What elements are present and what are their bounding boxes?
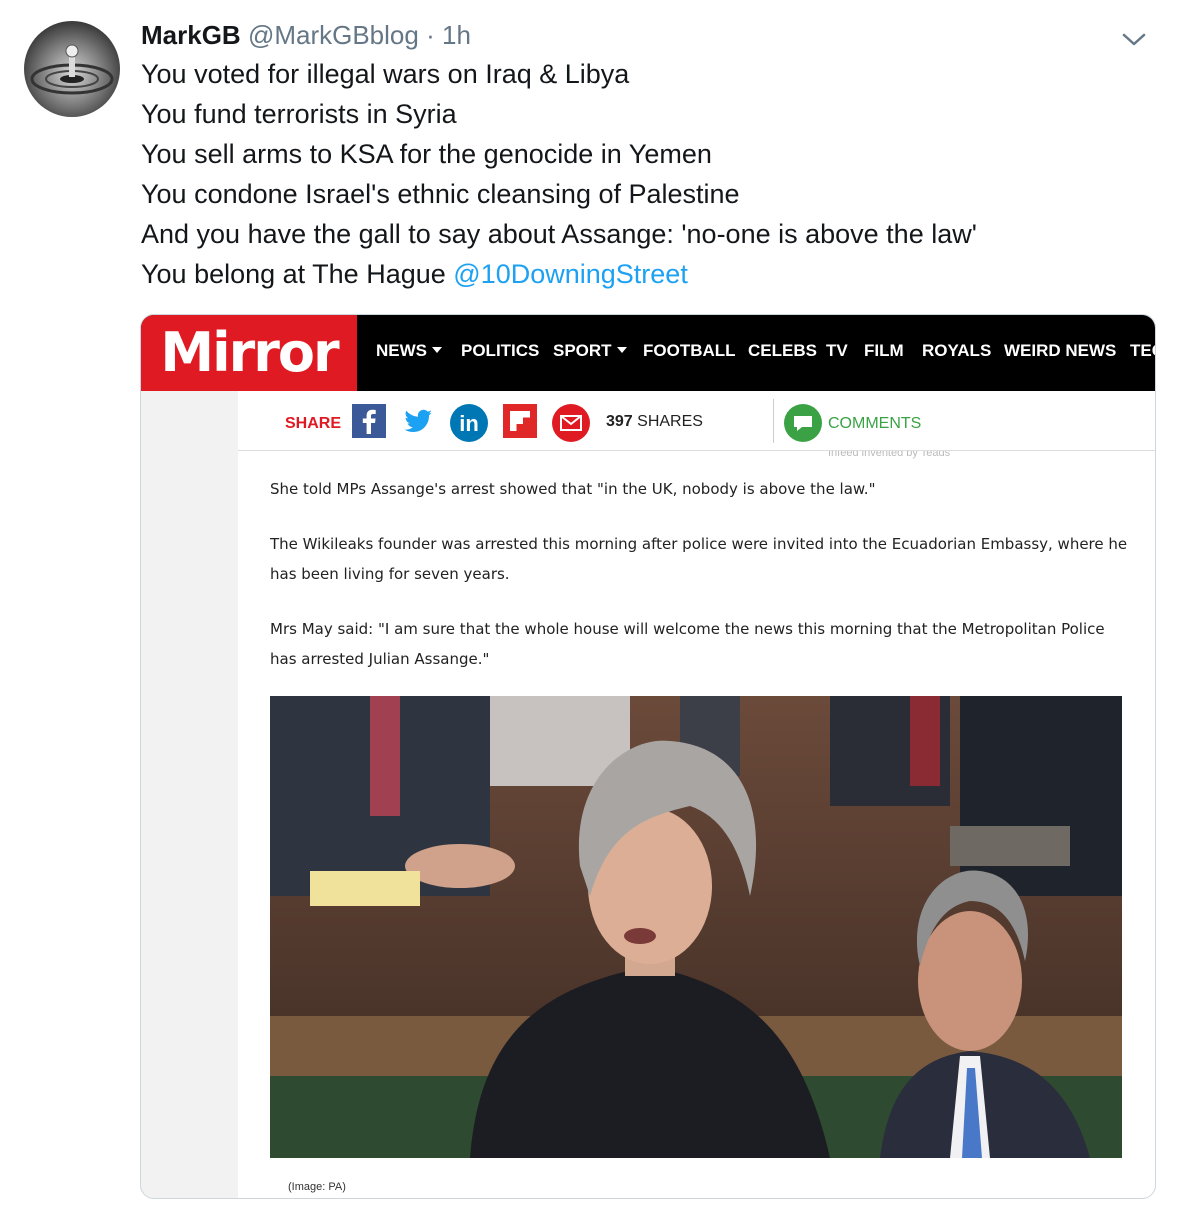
divider xyxy=(238,450,1155,451)
tweet-line: And you have the gall to say about Assan… xyxy=(141,219,977,249)
nav-item-politics: POLITICS xyxy=(461,341,540,360)
tweet-line: You fund terrorists in Syria xyxy=(141,99,457,129)
caret-down-icon xyxy=(616,347,627,353)
nav-item-weird-news: WEIRD NEWS xyxy=(1004,341,1117,360)
ad-attribution-text: Infeed invented by Teads xyxy=(828,451,951,459)
twitter-icon xyxy=(404,409,432,432)
facebook-icon xyxy=(352,404,386,438)
nav-item-tv: TV xyxy=(826,341,848,360)
share-count: 397 SHARES xyxy=(606,413,703,431)
embedded-image-card[interactable]: Mirror NEWS POLITICS SPORT FOOTBALL CELE… xyxy=(140,314,1156,1199)
comment-icon xyxy=(784,404,822,442)
nav-item-celebs: CELEBS xyxy=(748,341,817,360)
nav-item-sport: SPORT xyxy=(553,315,627,391)
mention-link[interactable]: @10DowningStreet xyxy=(453,259,688,289)
nav-label: NEWS xyxy=(376,341,427,360)
nav-label: SPORT xyxy=(553,341,612,360)
tweet-header: MarkGB @MarkGBblog · 1h xyxy=(141,20,471,50)
article-body: SHARE in 397 SHARES COMMENTS Infeed inve… xyxy=(238,391,1155,1198)
chevron-down-icon[interactable] xyxy=(1118,27,1150,51)
tweet-line-text: You belong at The Hague xyxy=(141,259,446,289)
email-icon xyxy=(552,404,590,442)
image-caption: (Image: PA) xyxy=(288,1181,346,1193)
flipboard-icon xyxy=(503,404,537,438)
share-label: SHARE xyxy=(285,415,342,432)
article-paragraph: Mrs May said: "I am sure that the whole … xyxy=(270,620,1105,668)
share-count-suffix: SHARES xyxy=(637,413,703,430)
nav-item-royals: ROYALS xyxy=(922,341,992,360)
separator-dot: · xyxy=(426,20,435,50)
mirror-nav-bar: Mirror NEWS POLITICS SPORT FOOTBALL CELE… xyxy=(141,315,1155,391)
caret-down-icon xyxy=(432,347,442,353)
divider xyxy=(773,399,774,443)
share-count-number: 397 xyxy=(606,413,633,430)
tweet-time[interactable]: 1h xyxy=(442,20,471,50)
nav-item-film: FILM xyxy=(864,341,904,360)
author-name[interactable]: MarkGB xyxy=(141,20,241,50)
parliament-photo xyxy=(270,696,1122,1158)
article-paragraph: The Wikileaks founder was arrested this … xyxy=(270,535,1128,583)
linkedin-icon: in xyxy=(450,404,488,442)
nav-item-football: FOOTBALL xyxy=(643,341,736,360)
tweet-line: You sell arms to KSA for the genocide in… xyxy=(141,139,712,169)
avatar-image xyxy=(24,21,120,117)
mirror-logo: Mirror xyxy=(141,315,357,391)
tweet-line: You condone Israel's ethnic cleansing of… xyxy=(141,179,740,209)
tweet-line-last: You belong at The Hague @10DowningStreet xyxy=(141,258,688,290)
svg-text:in: in xyxy=(459,411,479,436)
avatar[interactable] xyxy=(24,21,120,117)
comments-label: COMMENTS xyxy=(828,415,922,432)
author-handle[interactable]: @MarkGBblog xyxy=(248,20,419,50)
nav-item-tech: TEC xyxy=(1130,341,1155,360)
tweet-line: You voted for illegal wars on Iraq & Lib… xyxy=(141,59,630,89)
article-paragraph: She told MPs Assange's arrest showed tha… xyxy=(270,480,876,498)
article-photo xyxy=(270,696,1122,1158)
nav-item-news: NEWS xyxy=(376,315,442,391)
